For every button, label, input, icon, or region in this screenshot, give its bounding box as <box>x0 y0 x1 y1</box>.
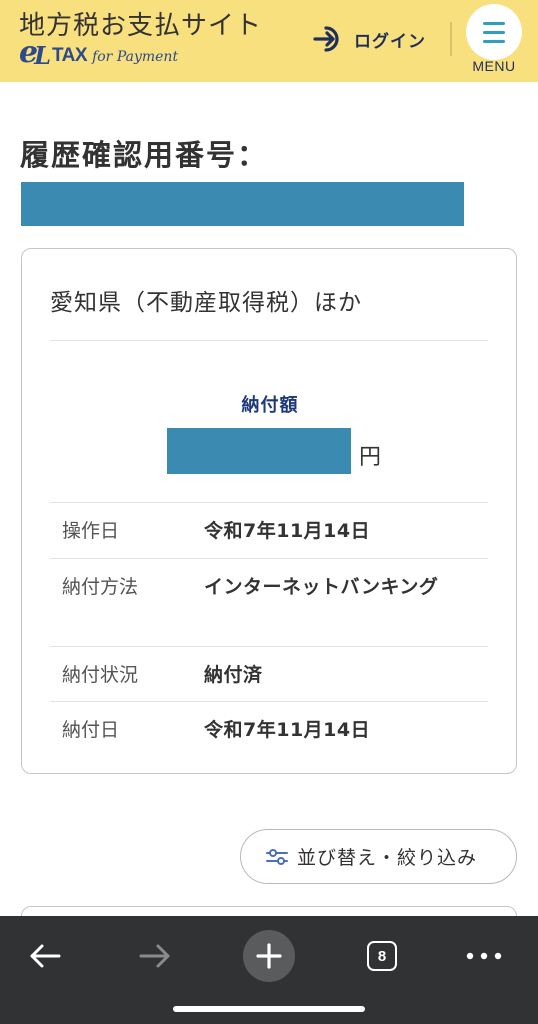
forward-arrow-icon <box>139 944 170 968</box>
card-title: 愛知県（不動産取得税）ほか <box>50 290 362 316</box>
new-tab-button[interactable] <box>242 926 296 986</box>
row-key: 納付状況 <box>62 664 139 686</box>
back-arrow-icon <box>30 944 61 968</box>
card-divider <box>50 340 488 341</box>
yen-unit: 円 <box>359 445 382 470</box>
logo-l: L <box>34 41 51 70</box>
row-key: 納付日 <box>62 719 120 741</box>
menu-label[interactable]: MENU <box>466 58 522 74</box>
login-icon <box>313 26 339 52</box>
row-value: 令和7年11月14日 <box>204 719 371 741</box>
login-button[interactable]: ログイン <box>312 22 426 56</box>
history-number-label: 履歴確認用番号： <box>20 138 269 172</box>
row-value: 納付済 <box>204 664 263 686</box>
more-button[interactable] <box>457 926 511 986</box>
row-value: 令和7年11月14日 <box>204 520 371 542</box>
history-number-redacted <box>21 182 464 226</box>
more-icon <box>466 952 502 960</box>
tabs-button[interactable]: 8 <box>355 926 409 986</box>
login-label: ログイン <box>354 31 426 52</box>
new-tab-plus-icon <box>256 943 282 969</box>
site-header: 地方税お支払サイト e L TAX for Payment ログイン MENU <box>0 0 538 82</box>
table-row: 納付方法 インターネットバンキング <box>50 558 488 646</box>
filter-sliders-icon <box>266 848 288 865</box>
hamburger-icon-line <box>483 39 505 43</box>
row-value: インターネットバンキング <box>204 576 439 598</box>
eltax-logo[interactable]: e L TAX for Payment <box>19 38 179 70</box>
table-row: 納付日 令和7年11月14日 <box>50 701 488 757</box>
row-key: 納付方法 <box>62 576 139 598</box>
sort-filter-label: 並び替え・絞り込み <box>297 847 478 869</box>
row-key: 操作日 <box>62 520 120 542</box>
logo-for-payment: for Payment <box>92 49 179 65</box>
site-title: 地方税お支払サイト <box>19 11 263 41</box>
tabs-icon: 8 <box>367 941 397 971</box>
hamburger-icon-line <box>483 30 505 34</box>
hamburger-icon-line <box>483 21 505 25</box>
forward-button[interactable] <box>128 926 182 986</box>
amount-label: 納付額 <box>241 395 299 416</box>
header-divider <box>450 22 452 56</box>
amount-redacted <box>167 428 351 474</box>
table-row: 操作日 令和7年11月14日 <box>50 502 488 558</box>
table-row: 納付状況 納付済 <box>50 646 488 701</box>
new-tab-circle <box>243 930 295 982</box>
home-indicator[interactable] <box>173 1006 365 1012</box>
logo-tax: TAX <box>51 45 88 66</box>
payment-card: 愛知県（不動産取得税）ほか 納付額 円 操作日 令和7年11月14日 納付方法 … <box>21 248 517 774</box>
detail-table: 操作日 令和7年11月14日 納付方法 インターネットバンキング 納付状況 納付… <box>50 502 488 757</box>
back-button[interactable] <box>18 926 72 986</box>
sort-filter-button[interactable]: 並び替え・絞り込み <box>240 829 517 884</box>
menu-button[interactable] <box>466 4 522 60</box>
